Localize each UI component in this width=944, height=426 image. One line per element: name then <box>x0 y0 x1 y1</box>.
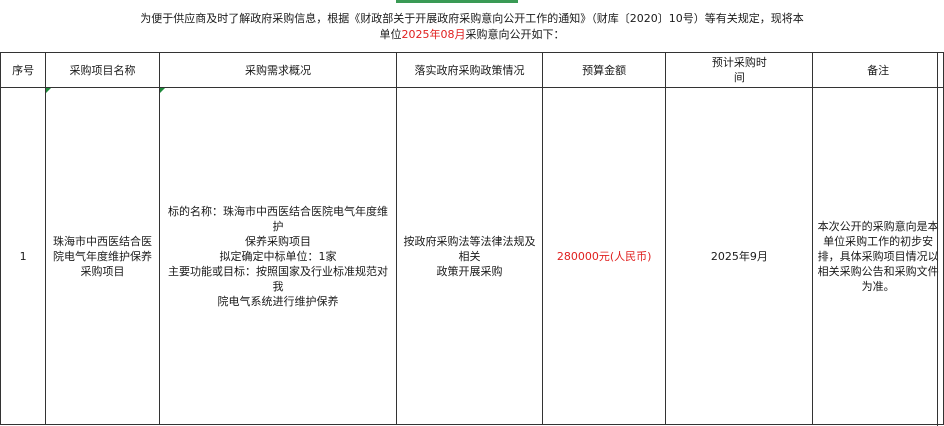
comment-marker <box>46 88 52 93</box>
cell-budget: 280000元(人民币) <box>541 87 667 425</box>
table-header-row: 序号 采购项目名称 采购需求概况 落实政府采购政策情况 预算金额 预计采购时间 … <box>0 52 944 88</box>
cell-policy: 按政府采购法等法律法规及 相关 政策开展采购 <box>396 87 543 425</box>
header-remark: 备注 <box>812 52 944 88</box>
intro-date-highlight: 2025年08月 <box>401 28 466 41</box>
demand-line-5: 院电气系统进行维护保养 <box>217 294 339 308</box>
cell-demand: 标的名称：珠海市中西医结合医院电气年度维护 保养采购项目 拟定确定中标单位：1家… <box>158 87 398 425</box>
comment-marker <box>159 88 165 93</box>
demand-line-4: 主要功能或目标：按照国家及行业标准规范对我 <box>167 264 388 293</box>
header-demand: 采购需求概况 <box>158 52 398 88</box>
header-time-line-1: 预计采购时 <box>711 56 767 69</box>
procurement-table: 序号 采购项目名称 采购需求概况 落实政府采购政策情况 预算金额 预计采购时间 … <box>0 52 944 425</box>
policy-line-3: 政策开展采购 <box>436 264 503 278</box>
demand-line-1: 标的名称：珠海市中西医结合医院电气年度维护 <box>167 204 388 233</box>
header-seq: 序号 <box>0 52 47 88</box>
policy-line-1: 按政府采购法等法律法规及 <box>403 234 536 248</box>
header-policy: 落实政府采购政策情况 <box>396 52 543 88</box>
intro-paragraph: 为便于供应商及时了解政府采购信息，根据《财政部关于开展政府采购意向公开工作的通知… <box>0 0 944 52</box>
intro-line-1: 为便于供应商及时了解政府采购信息，根据《财政部关于开展政府采购意向公开工作的通知… <box>140 12 804 25</box>
cell-project-name: 珠海市中西医结合医院电气年度维护保养采购项目 <box>45 87 160 425</box>
cell-project-name-text: 珠海市中西医结合医院电气年度维护保养采购项目 <box>53 234 153 278</box>
cell-seq: 1 <box>0 87 47 425</box>
header-time-line-2: 间 <box>733 71 745 84</box>
cell-time: 2025年9月 <box>665 87 814 425</box>
demand-line-3: 拟定确定中标单位：1家 <box>219 249 337 263</box>
header-budget: 预算金额 <box>541 52 667 88</box>
demand-line-2: 保养采购项目 <box>244 234 311 248</box>
header-time: 预计采购时间 <box>665 52 814 88</box>
intro-line-2: 单位2025年08月采购意向公开如下： <box>0 27 944 42</box>
table-row: 1 珠海市中西医结合医院电气年度维护保养采购项目 标的名称：珠海市中西医结合医院… <box>0 87 944 425</box>
header-project-name: 采购项目名称 <box>45 52 160 88</box>
policy-line-2: 相关 <box>458 249 481 263</box>
cell-remark: 本次公开的采购意向是本单位采购工作的初步安排，具体采购项目情况以相关采购公告和采… <box>812 87 944 425</box>
right-column-edge <box>937 52 944 426</box>
intro-line-2-suffix: 采购意向公开如下： <box>465 28 565 41</box>
intro-line-2-prefix: 单位 <box>379 28 402 41</box>
